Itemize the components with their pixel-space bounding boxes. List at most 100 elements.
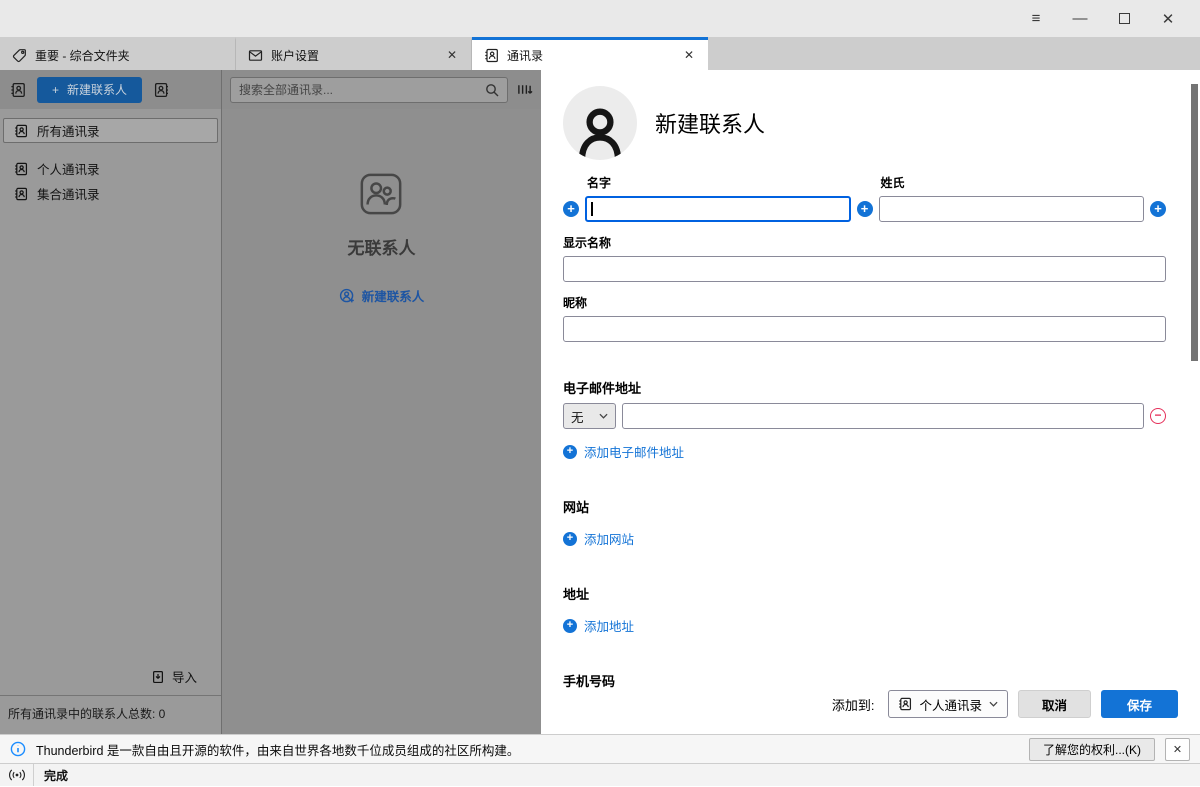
tab-address-book[interactable]: 通讯录 ✕ [472,37,708,70]
address-section: 地址 + 添加地址 [563,584,1166,635]
maximize-icon [1119,13,1130,24]
nickname-label: 昵称 [563,294,1166,311]
tab-close-icon[interactable]: ✕ [443,48,461,62]
address-book-icon [484,48,499,63]
phone-section: 手机号码 [563,671,1166,690]
tab-bar: 重要 - 综合文件夹 账户设置 ✕ 通讯录 ✕ [0,37,1200,70]
contacts-total-count: 所有通讯录中的联系人总数: 0 [0,696,221,734]
search-box[interactable] [230,77,508,103]
address-book-toggle-icon[interactable] [10,82,26,98]
maximize-button[interactable] [1102,5,1146,33]
sidebar-item-personal-address-book[interactable]: 个人通讯录 [3,156,218,181]
first-name-label: 名字 [587,174,851,191]
minimize-button[interactable]: — [1058,5,1102,33]
address-book-icon [14,187,28,201]
sidebar-item-label: 集合通讯录 [37,184,100,203]
tag-icon [12,48,27,63]
new-contact-button-label: 新建联系人 [67,81,127,98]
minimize-icon: — [1073,10,1088,27]
address-book-toolbar: + 新建联系人 [0,70,541,109]
name-row: 名字 姓氏 + + + [563,174,1166,222]
contacts-placeholder-icon [358,171,404,217]
form-footer: 添加到: 个人通讯录 取消 保存 [541,690,1200,744]
hamburger-icon: ≡ [1032,10,1041,27]
new-contact-link-label: 新建联系人 [362,286,425,305]
no-contacts-title: 无联系人 [339,234,425,259]
add-website-link[interactable]: + 添加网站 [563,529,1166,548]
search-input[interactable] [239,83,479,97]
add-address-link[interactable]: + 添加地址 [563,616,1166,635]
add-email-label: 添加电子邮件地址 [584,442,684,461]
display-name-field: 显示名称 [563,234,1166,282]
sort-options-icon[interactable] [516,82,533,97]
info-icon [10,741,26,757]
tab-label: 账户设置 [271,47,435,64]
add-website-label: 添加网站 [584,529,634,548]
new-contact-button[interactable]: + 新建联系人 [37,77,142,103]
add-middle-name-button[interactable]: + [857,201,873,217]
cancel-button[interactable]: 取消 [1018,690,1091,718]
first-name-wrap [585,196,851,222]
empty-state: 无联系人 新建联系人 [339,171,425,305]
first-name-input[interactable] [585,196,851,222]
display-name-input[interactable] [563,256,1166,282]
tab-label: 通讯录 [507,47,672,64]
nickname-input[interactable] [563,316,1166,342]
plus-icon: + [563,619,577,633]
form-title: 新建联系人 [655,107,765,139]
last-name-label: 姓氏 [881,174,1145,191]
add-to-label: 添加到: [832,695,875,714]
add-suffix-button[interactable]: + [1150,201,1166,217]
plus-icon: + [52,83,59,97]
tab-unified-folders[interactable]: 重要 - 综合文件夹 [0,37,236,70]
address-book-sidebar: 所有通讯录 个人通讯录 [0,109,222,734]
add-address-label: 添加地址 [584,616,634,635]
address-book-icon [898,697,912,711]
status-text: 完成 [34,767,68,784]
title-bar: ≡ — ✕ [0,0,1200,37]
new-contact-link[interactable]: 新建联系人 [339,286,425,305]
contact-edit-pane: 新建联系人 名字 姓氏 + + + 显示名称 [541,70,1200,734]
vertical-scrollbar-thumb[interactable] [1191,84,1198,361]
add-email-link[interactable]: + 添加电子邮件地址 [563,442,1166,461]
dimmed-background-region: + 新建联系人 [0,70,541,734]
contact-list-icon[interactable] [153,82,169,98]
website-section-title: 网站 [563,497,1166,516]
chevron-down-icon [989,701,998,707]
contacts-list-pane: 无联系人 新建联系人 [222,109,541,734]
close-icon: ✕ [1162,10,1175,28]
tab-account-settings[interactable]: 账户设置 ✕ [236,37,472,70]
address-book-main: + 新建联系人 [0,70,1200,734]
email-type-select[interactable]: 无 [563,403,616,429]
sidebar-item-collected-addresses[interactable]: 集合通讯录 [3,181,218,206]
tab-close-icon[interactable]: ✕ [680,48,698,62]
activity-broadcast-icon [0,764,34,786]
close-window-button[interactable]: ✕ [1146,5,1190,33]
plus-icon: + [563,445,577,459]
email-section-title: 电子邮件地址 [563,378,1166,397]
remove-email-button[interactable]: − [1150,408,1166,424]
text-caret [591,202,593,216]
app-menu-button[interactable]: ≡ [1014,5,1058,33]
search-icon [485,83,499,97]
last-name-input[interactable] [879,196,1145,222]
chevron-down-icon [599,413,608,419]
import-icon [151,670,165,684]
email-section: 电子邮件地址 无 − + 添加电子邮件地址 [563,378,1166,461]
add-first-name-before-button[interactable]: + [563,201,579,217]
nickname-field: 昵称 [563,294,1166,342]
website-section: 网站 + 添加网站 [563,497,1166,548]
sidebar-spacer [0,206,221,658]
toolbar-search-section [222,70,541,109]
contact-avatar[interactable] [563,86,637,160]
sidebar-item-label: 个人通讯录 [37,159,100,178]
save-button[interactable]: 保存 [1101,690,1178,718]
import-button[interactable]: 导入 [0,658,221,695]
new-contact-icon [339,288,355,304]
contact-form: 新建联系人 名字 姓氏 + + + 显示名称 [541,70,1200,690]
status-bar: 完成 [0,764,1200,786]
target-address-book-select[interactable]: 个人通讯录 [888,690,1008,718]
email-row: 无 − [563,403,1166,429]
email-input[interactable] [622,403,1144,429]
sidebar-item-all-address-books[interactable]: 所有通讯录 [3,118,218,143]
